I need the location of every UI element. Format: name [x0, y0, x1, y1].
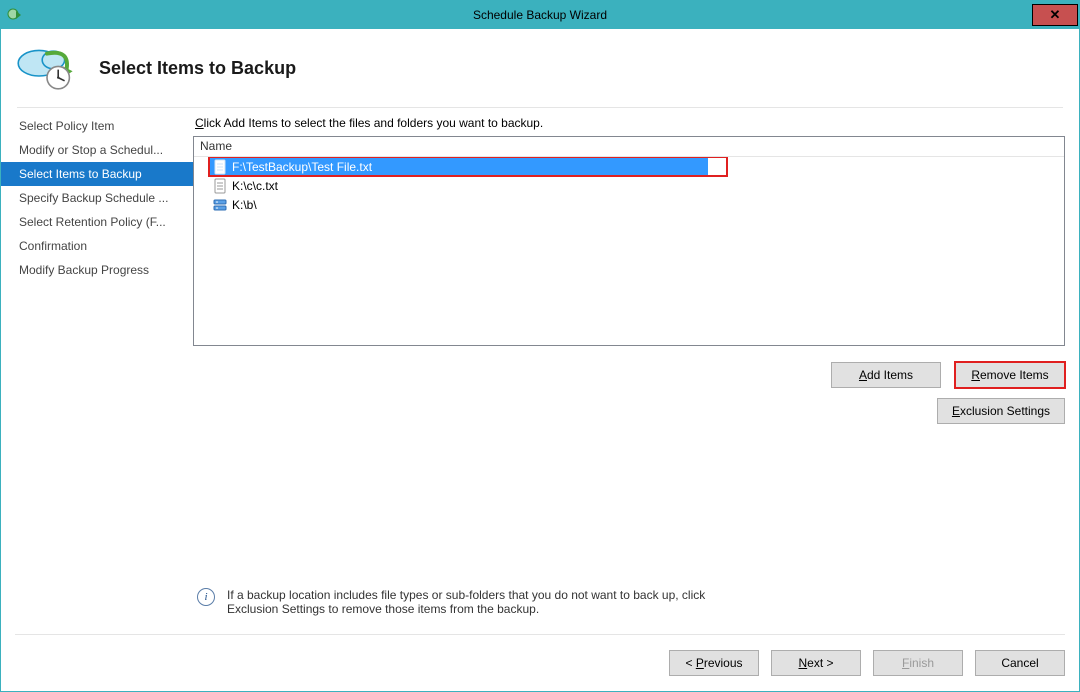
window-title: Schedule Backup Wizard	[1, 8, 1079, 22]
backup-cloud-icon	[15, 40, 79, 96]
server-icon	[212, 197, 228, 213]
button-label: Remove Items	[971, 368, 1048, 382]
step-select-retention-policy[interactable]: Select Retention Policy (F...	[1, 210, 193, 234]
finish-button: Finish	[873, 650, 963, 676]
list-rows: F:\TestBackup\Test File.txt K:\c\c.txt K…	[194, 157, 1064, 345]
wizard-footer: < Previous Next > Finish Cancel	[1, 635, 1079, 691]
cancel-button[interactable]: Cancel	[975, 650, 1065, 676]
items-listbox[interactable]: Name F:\TestBackup\Test File.txt	[193, 136, 1065, 346]
step-modify-backup-progress[interactable]: Modify Backup Progress	[1, 258, 193, 282]
remove-items-button[interactable]: Remove Items	[955, 362, 1065, 388]
list-item[interactable]: F:\TestBackup\Test File.txt	[194, 157, 1064, 176]
button-label: < Previous	[685, 656, 742, 670]
wizard-main: Click Add Items to select the files and …	[193, 108, 1079, 634]
app-icon	[7, 7, 23, 23]
wizard-body: Select Policy Item Modify or Stop a Sche…	[1, 108, 1079, 634]
exclusion-settings-button[interactable]: Exclusion Settings	[937, 398, 1065, 424]
button-label: Finish	[902, 656, 934, 670]
step-select-policy-item[interactable]: Select Policy Item	[1, 114, 193, 138]
wizard-header: Select Items to Backup	[1, 29, 1079, 107]
page-title: Select Items to Backup	[99, 58, 296, 79]
previous-button[interactable]: < Previous	[669, 650, 759, 676]
button-label: Exclusion Settings	[952, 404, 1050, 418]
info-icon: i	[197, 588, 215, 606]
list-item-path: F:\TestBackup\Test File.txt	[232, 160, 372, 174]
instruction-text: Click Add Items to select the files and …	[195, 116, 1063, 130]
titlebar: Schedule Backup Wizard ✕	[1, 1, 1079, 29]
button-label: Add Items	[859, 368, 913, 382]
close-button[interactable]: ✕	[1032, 4, 1078, 26]
step-modify-or-stop[interactable]: Modify or Stop a Schedul...	[1, 138, 193, 162]
list-item[interactable]: K:\b\	[194, 195, 1064, 214]
info-tip: i If a backup location includes file typ…	[193, 570, 757, 634]
wizard-window: Schedule Backup Wizard ✕ Select Items to…	[0, 0, 1080, 692]
list-column-name: Name	[194, 137, 1064, 157]
info-text: If a backup location includes file types…	[227, 588, 757, 616]
button-label: Next >	[798, 656, 833, 670]
list-actions: Add Items Remove Items Exclusion Setting…	[193, 362, 1065, 424]
next-button[interactable]: Next >	[771, 650, 861, 676]
file-icon	[212, 178, 228, 194]
close-icon: ✕	[1050, 7, 1061, 23]
step-specify-backup-schedule[interactable]: Specify Backup Schedule ...	[1, 186, 193, 210]
wizard-steps-sidebar: Select Policy Item Modify or Stop a Sche…	[1, 108, 193, 634]
list-item-path: K:\b\	[232, 198, 257, 212]
step-select-items-to-backup[interactable]: Select Items to Backup	[1, 162, 193, 186]
file-icon	[212, 159, 228, 175]
add-items-button[interactable]: Add Items	[831, 362, 941, 388]
list-item-path: K:\c\c.txt	[232, 179, 278, 193]
list-item[interactable]: K:\c\c.txt	[194, 176, 1064, 195]
button-label: Cancel	[1001, 656, 1038, 670]
step-confirmation[interactable]: Confirmation	[1, 234, 193, 258]
